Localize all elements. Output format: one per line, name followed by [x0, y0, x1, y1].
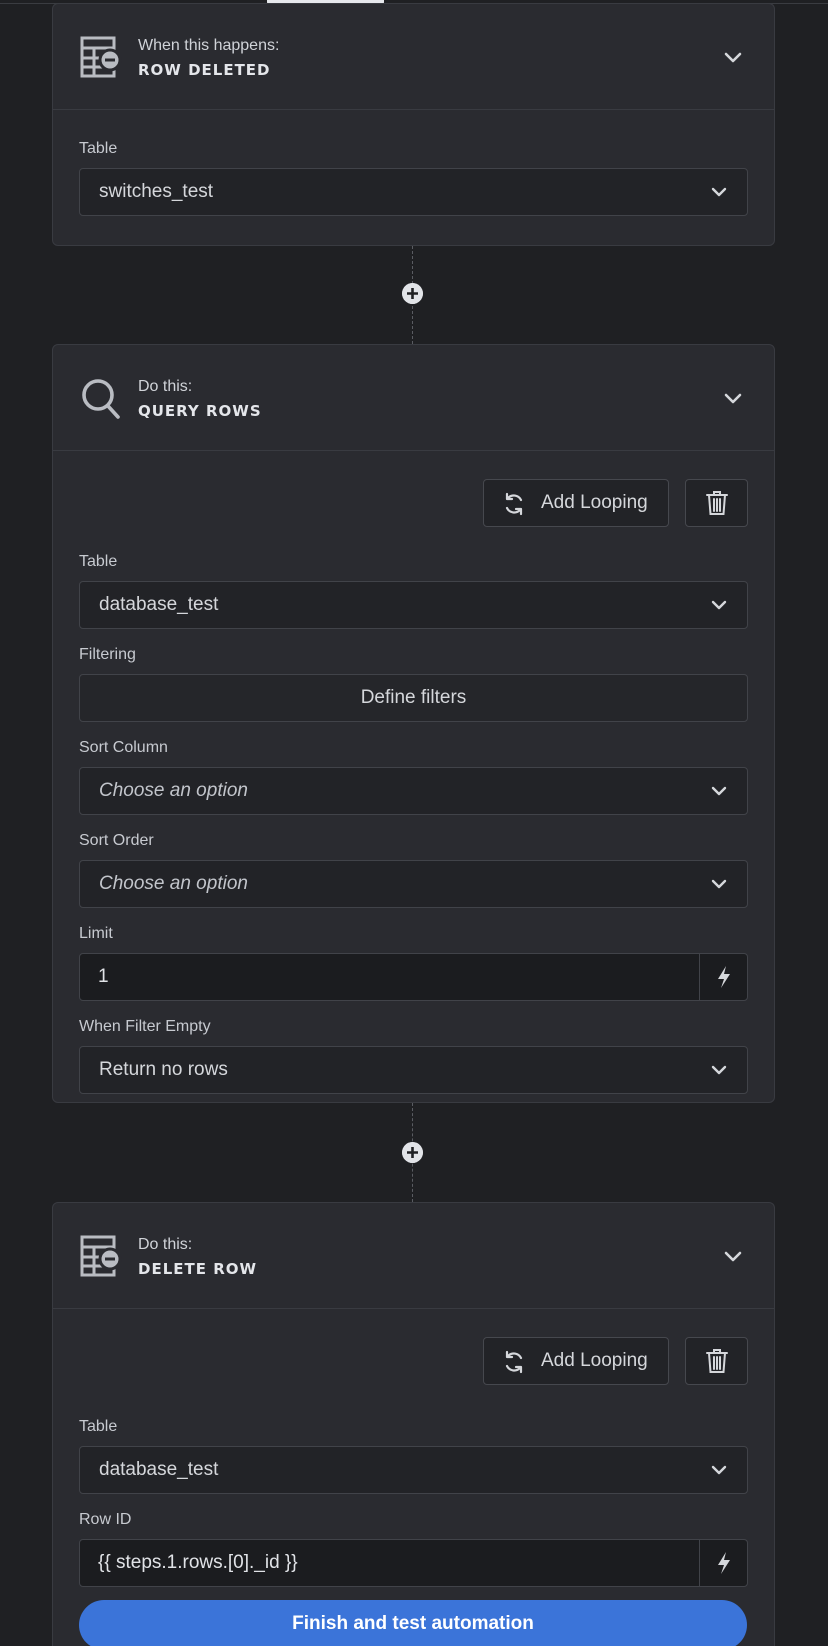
query-rows-card: Do this: QUERY ROWS Add Looping Table da… [52, 344, 775, 1103]
automation-builder: When this happens: ROW DELETED Table swi… [0, 0, 828, 1646]
delete-row-card: Do this: DELETE ROW Add Looping Table da… [52, 1202, 775, 1646]
add-looping-button[interactable]: Add Looping [483, 1337, 669, 1385]
chevron-down-icon [711, 1465, 727, 1475]
chevron-down-icon[interactable] [722, 46, 744, 68]
add-looping-label: Add Looping [541, 1350, 648, 1371]
binding-button[interactable] [699, 1540, 747, 1586]
when-filter-empty-value: Return no rows [99, 1059, 228, 1080]
query-rows-card-header[interactable]: Do this: QUERY ROWS [53, 345, 774, 451]
chevron-down-icon [711, 187, 727, 197]
chevron-down-icon[interactable] [722, 1245, 744, 1267]
trash-icon [705, 1349, 728, 1373]
binding-button[interactable] [699, 954, 747, 1000]
trash-icon [705, 491, 728, 515]
magnifier-icon [82, 379, 120, 419]
trigger-table-value: switches_test [99, 181, 214, 202]
filtering-label: Filtering [79, 646, 136, 663]
lightning-bolt-icon [717, 966, 730, 988]
plus-circle-icon[interactable] [402, 1142, 423, 1163]
add-looping-label: Add Looping [541, 492, 648, 513]
sort-order-label: Sort Order [79, 832, 154, 849]
delete-row-card-header[interactable]: Do this: DELETE ROW [53, 1203, 774, 1309]
limit-label: Limit [79, 925, 113, 942]
limit-value: 1 [98, 966, 109, 987]
query-step-subtitle: QUERY ROWS [138, 402, 262, 420]
delete-table-value: database_test [99, 1459, 219, 1480]
limit-input[interactable]: 1 [79, 953, 748, 1001]
add-looping-button[interactable]: Add Looping [483, 479, 669, 527]
chevron-down-icon [711, 786, 727, 796]
chevron-down-icon [711, 879, 727, 889]
delete-step-title: Do this: [138, 1236, 193, 1253]
define-filters-button[interactable]: Define filters [79, 674, 748, 722]
query-table-label: Table [79, 553, 118, 570]
chevron-down-icon [711, 600, 727, 610]
when-filter-empty-label: When Filter Empty [79, 1018, 211, 1035]
delete-step-subtitle: DELETE ROW [138, 1260, 258, 1278]
delete-step-button[interactable] [685, 479, 748, 527]
delete-table-label: Table [79, 1418, 118, 1435]
chevron-down-icon [711, 1065, 727, 1075]
trigger-card: When this happens: ROW DELETED Table swi… [52, 3, 775, 246]
delete-table-select[interactable]: database_test [79, 1446, 748, 1494]
trigger-table-label: Table [79, 140, 118, 157]
query-table-select[interactable]: database_test [79, 581, 748, 629]
row-id-label: Row ID [79, 1511, 132, 1528]
delete-step-button[interactable] [685, 1337, 748, 1385]
chevron-down-icon[interactable] [722, 387, 744, 409]
trigger-title: When this happens: [138, 37, 280, 54]
sort-column-placeholder: Choose an option [99, 780, 248, 801]
table-minus-icon [80, 36, 122, 78]
when-filter-empty-select[interactable]: Return no rows [79, 1046, 748, 1094]
query-step-title: Do this: [138, 378, 193, 395]
lightning-bolt-icon [717, 1552, 730, 1574]
query-table-value: database_test [99, 594, 219, 615]
table-minus-icon [80, 1235, 122, 1277]
plus-circle-icon[interactable] [402, 283, 423, 304]
row-id-input[interactable]: {{ steps.1.rows.[0]._id }} [79, 1539, 748, 1587]
trigger-table-select[interactable]: switches_test [79, 168, 748, 216]
sort-column-select[interactable]: Choose an option [79, 767, 748, 815]
finish-and-test-button[interactable]: Finish and test automation [79, 1600, 747, 1646]
trigger-subtitle: ROW DELETED [138, 61, 271, 79]
sort-order-placeholder: Choose an option [99, 873, 248, 894]
trigger-card-header[interactable]: When this happens: ROW DELETED [53, 4, 774, 110]
sort-column-label: Sort Column [79, 739, 168, 756]
sync-arrows-icon [505, 1350, 523, 1374]
row-id-value: {{ steps.1.rows.[0]._id }} [98, 1552, 298, 1573]
sort-order-select[interactable]: Choose an option [79, 860, 748, 908]
sync-arrows-icon [505, 492, 523, 516]
